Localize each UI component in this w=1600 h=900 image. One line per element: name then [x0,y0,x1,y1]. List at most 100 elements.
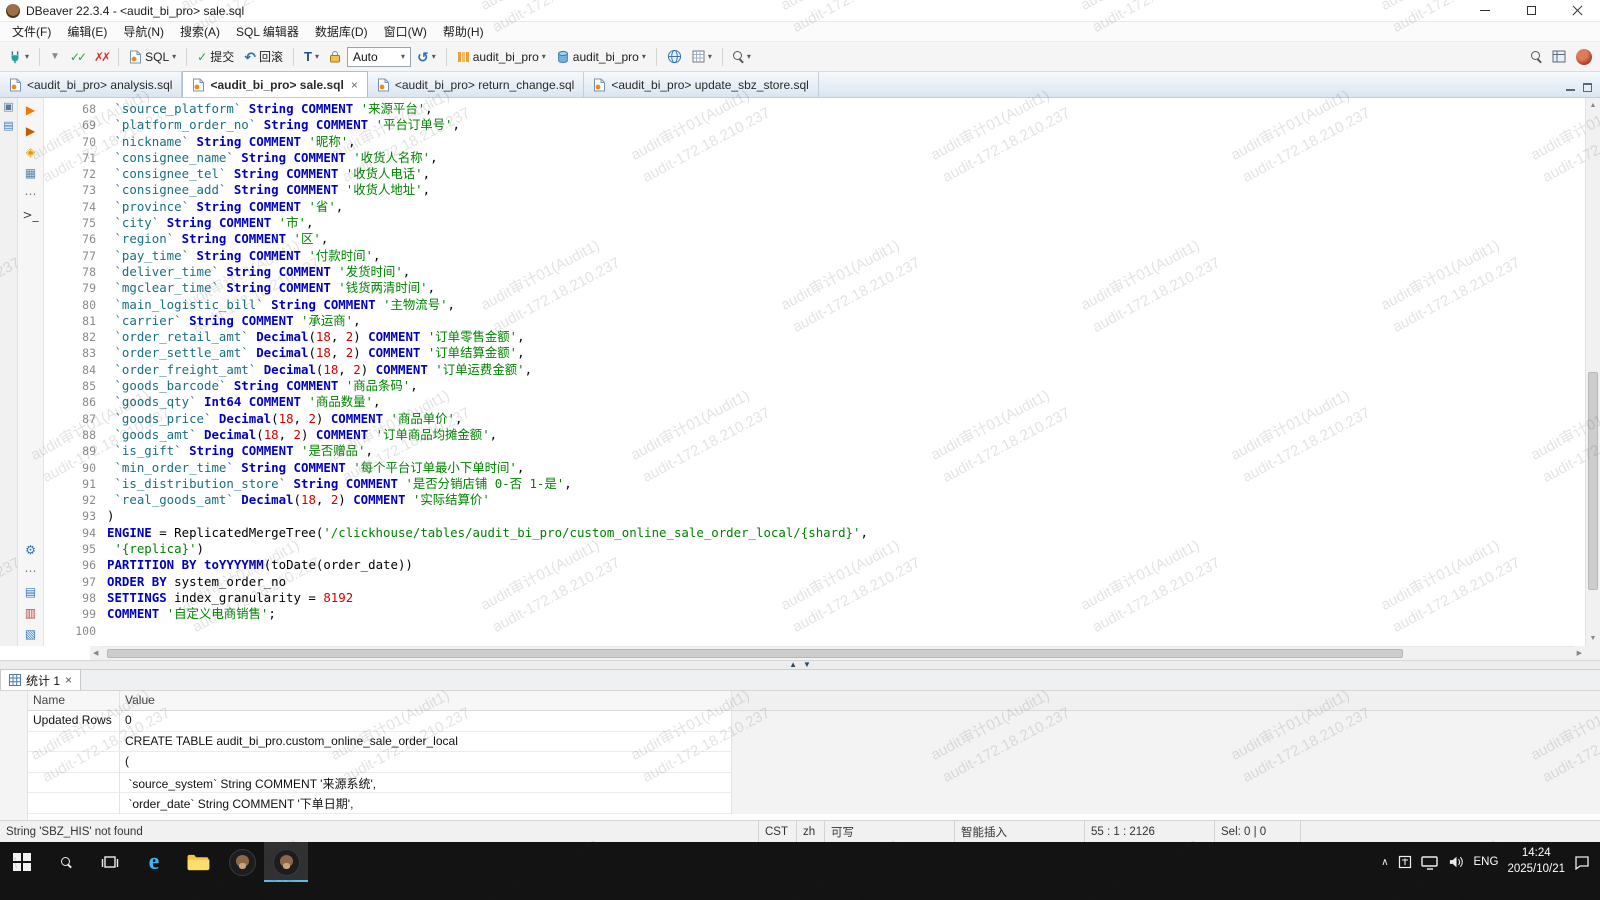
results-tab-stats[interactable]: 统计 1 × [0,669,81,690]
table-row[interactable]: `order_date` String COMMENT '下单日期', [28,793,1600,814]
tray-volume-icon[interactable] [1448,855,1465,869]
code-line[interactable]: 73 `consignee_add` String COMMENT '收货人地址… [44,182,1585,198]
code-line[interactable]: 68 `source_platform` String COMMENT '来源平… [44,101,1585,117]
code-line[interactable]: 95 '{replica}') [44,541,1585,557]
close-results-tab-icon[interactable]: × [65,673,72,687]
editor-vscrollbar[interactable]: ▲ ▼ [1585,98,1600,646]
code-line[interactable]: 79 `mgclear_time` String COMMENT '钱货两清时间… [44,280,1585,296]
code-line[interactable]: 84 `order_freight_amt` Decimal(18, 2) CO… [44,362,1585,378]
code-line[interactable]: 88 `goods_amt` Decimal(18, 2) COMMENT '订… [44,427,1585,443]
file-explorer-button[interactable] [176,842,220,882]
settings-gear-icon[interactable]: ⚙ [25,544,36,556]
panel-splitter[interactable]: ▲ ▼ [0,660,1600,670]
hscroll-thumb[interactable] [107,649,1403,658]
code-line[interactable]: 76 `region` String COMMENT '区', [44,231,1585,247]
menu-item[interactable]: 窗口(W) [376,21,435,42]
editor-tab[interactable]: <audit_bi_pro> update_sbz_store.sql [584,72,818,97]
table-row[interactable]: `source_system` String COMMENT '来源系统', [28,773,1600,794]
commit-all-button[interactable]: ✓✓ [66,47,88,67]
result-grid-icon[interactable]: ▦ [25,167,36,179]
dbeaver-taskbar-button-active[interactable] [264,842,308,882]
maximize-view-icon[interactable] [1583,83,1592,92]
menu-item[interactable]: 编辑(E) [59,21,115,42]
database-selector[interactable]: audit_bi_pro ▾ [552,47,650,67]
globe-button[interactable] [663,46,686,67]
code-line[interactable]: 78 `deliver_time` String COMMENT '发货时间', [44,264,1585,280]
code-line[interactable]: 96PARTITION BY toYYYYMM(toDate(order_dat… [44,557,1585,573]
code-line[interactable]: 98SETTINGS index_granularity = 8192 [44,590,1585,606]
status-caret-position[interactable]: 55 : 1 : 2126 [1084,821,1214,842]
maximize-button[interactable] [1508,0,1554,22]
table-row[interactable]: ( [28,752,1600,773]
dbeaver-community-button[interactable] [1572,46,1596,68]
scroll-right-icon[interactable]: ▶ [1574,646,1585,660]
code-line[interactable]: 71 `consignee_name` String COMMENT '收货人名… [44,150,1585,166]
execute-statement-icon[interactable]: ▶ [26,104,35,116]
status-writable[interactable]: 可写 [824,821,954,842]
collapse-down-icon[interactable]: ▼ [803,661,811,669]
code-line[interactable]: 94ENGINE = ReplicatedMergeTree('/clickho… [44,525,1585,541]
task-view-button[interactable] [88,842,132,882]
code-line[interactable]: 70 `nickname` String COMMENT '昵称', [44,134,1585,150]
status-selection[interactable]: Sel: 0 | 0 [1214,821,1300,842]
transaction-mode-button[interactable]: T ▾ [300,46,323,67]
overflow-menu-icon[interactable]: ⋯ [25,188,37,200]
output-log-icon[interactable]: ▤ [25,586,36,598]
execution-log-icon[interactable]: ▧ [25,628,36,640]
code-line[interactable]: 82 `order_retail_amt` Decimal(18, 2) COM… [44,329,1585,345]
tray-clock[interactable]: 14:24 2025/10/21 [1507,846,1565,877]
rollback-button[interactable]: ↶ 回滚 [240,45,287,68]
code-line[interactable]: 81 `carrier` String COMMENT '承运商', [44,313,1585,329]
menu-item[interactable]: 导航(N) [115,21,172,42]
restore-panel-icon[interactable]: ▣ [3,102,13,113]
execute-script-icon[interactable]: ▶ [26,125,35,137]
code-line[interactable]: 83 `order_settle_amt` Decimal(18, 2) COM… [44,345,1585,361]
taskbar-search-button[interactable] [44,842,88,882]
editor-tab[interactable]: <audit_bi_pro> return_change.sql [368,72,584,97]
error-log-icon[interactable]: ▥ [25,607,36,619]
code-line[interactable]: 74 `province` String COMMENT '省', [44,199,1585,215]
code-line[interactable]: 100 [44,623,1585,639]
code-line[interactable]: 80 `main_logistic_bill` String COMMENT '… [44,297,1585,313]
tray-language[interactable]: ENG [1474,856,1499,868]
code-line[interactable]: 69 `platform_order_no` String COMMENT '平… [44,117,1585,133]
editor-tab[interactable]: <audit_bi_pro> analysis.sql [0,72,182,97]
action-center-button[interactable] [1574,855,1590,870]
code-line[interactable]: 99COMMENT '自定义电商销售'; [44,606,1585,622]
open-console-icon[interactable]: >_ [22,209,38,221]
vscroll-thumb[interactable] [1588,372,1598,590]
editor-tab[interactable]: <audit_bi_pro> sale.sql× [182,71,367,97]
scroll-up-icon[interactable]: ▲ [1590,98,1597,113]
menu-item[interactable]: SQL 编辑器 [228,21,307,42]
code-line[interactable]: 92 `real_goods_amt` Decimal(18, 2) COMME… [44,492,1585,508]
menu-item[interactable]: 帮助(H) [435,21,492,42]
sql-editor-button[interactable]: SQL ▾ [125,47,180,67]
minimize-button[interactable] [1462,0,1508,22]
code-line[interactable]: 72 `consignee_tel` String COMMENT '收货人电话… [44,166,1585,182]
start-button[interactable] [0,842,44,882]
code-line[interactable]: 97ORDER BY system_order_no [44,574,1585,590]
status-insert-mode[interactable]: 智能插入 [954,821,1084,842]
explain-plan-icon[interactable]: ◈ [26,146,35,158]
dbeaver-taskbar-button[interactable] [220,842,264,882]
table-row[interactable]: CREATE TABLE audit_bi_pro.custom_online_… [28,732,1600,753]
table-row[interactable]: Updated Rows0 [28,711,1600,732]
schema-selector[interactable]: audit_bi_pro ▾ [453,47,550,67]
menu-item[interactable]: 搜索(A) [172,21,228,42]
new-connection-button[interactable]: ▾ [4,47,33,67]
minimize-view-icon[interactable] [1566,84,1575,91]
code-line[interactable]: 87 `goods_price` Decimal(18, 2) COMMENT … [44,411,1585,427]
code-line[interactable]: 77 `pay_time` String COMMENT '付款时间', [44,248,1585,264]
close-button[interactable] [1554,0,1600,22]
quick-search-button[interactable] [1527,48,1546,65]
code-line[interactable]: 86 `goods_qty` Int64 COMMENT '商品数量', [44,394,1585,410]
code-line[interactable]: 93) [44,508,1585,524]
scroll-down-icon[interactable]: ▼ [1590,631,1597,646]
scroll-left-icon[interactable]: ◀ [90,646,101,660]
tray-network-icon[interactable] [1421,855,1439,870]
ie-browser-button[interactable]: e [132,842,176,882]
database-navigator-icon[interactable]: ▤ [3,121,13,132]
code-line[interactable]: 89 `is_gift` String COMMENT '是否赠品', [44,443,1585,459]
collapse-up-icon[interactable]: ▲ [789,661,797,669]
column-header-name[interactable]: Name [28,691,120,710]
